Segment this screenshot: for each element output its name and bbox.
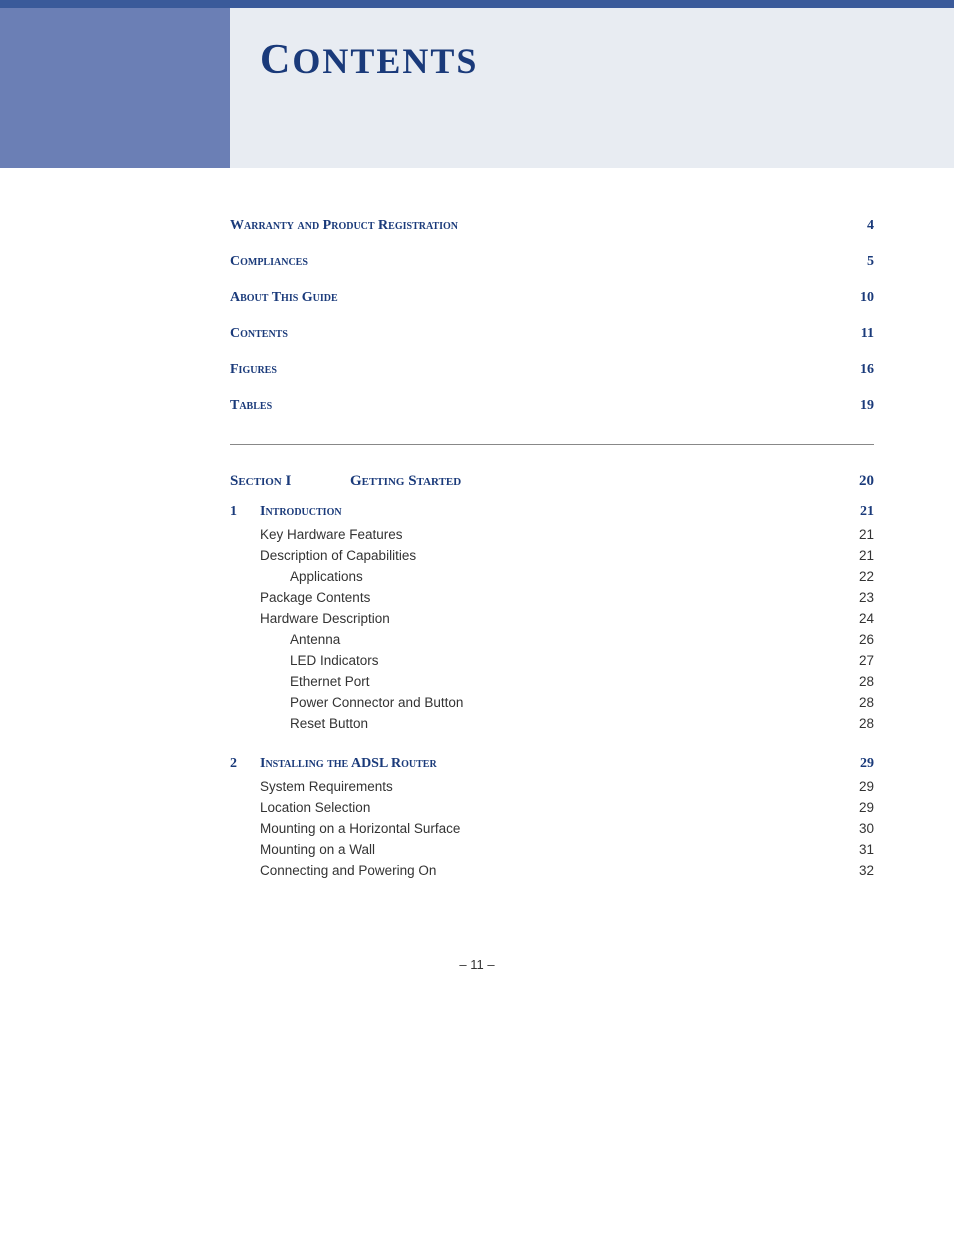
toc-title-warranty: Warranty and Product Registration xyxy=(230,218,458,234)
section-i-label: Section I xyxy=(230,473,350,490)
sub-applications-title: Applications xyxy=(290,569,859,584)
sub-key-hardware-page: 21 xyxy=(859,527,874,542)
sub-key-hardware-title: Key Hardware Features xyxy=(260,527,859,542)
sub-package-contents: Package Contents 23 xyxy=(230,587,874,608)
sub-mounting-horiz-page: 30 xyxy=(859,821,874,836)
toc-page-contents: 11 xyxy=(861,326,874,342)
sub-location-sel-page: 29 xyxy=(859,800,874,815)
toc-entry-tables: Tables 19 xyxy=(230,388,874,424)
sub-mounting-wall-page: 31 xyxy=(859,842,874,857)
sub-system-req-title: System Requirements xyxy=(260,779,859,794)
sub-mounting-wall-title: Mounting on a Wall xyxy=(260,842,859,857)
toc-title-contents: Contents xyxy=(230,326,288,342)
sub-ethernet-page: 28 xyxy=(859,674,874,689)
toc-page-warranty: 4 xyxy=(867,218,874,234)
toc-page-figures: 16 xyxy=(860,362,874,378)
page-footer: – 11 – xyxy=(0,937,954,1002)
sub-mounting-horiz-title: Mounting on a Horizontal Surface xyxy=(260,821,859,836)
chapter-1-title: Introduction xyxy=(260,504,860,520)
section-i-header: Section I Getting Started 20 xyxy=(230,465,874,498)
toc-entry-figures: Figures 16 xyxy=(230,352,874,388)
sub-system-req-page: 29 xyxy=(859,779,874,794)
sub-package-contents-page: 23 xyxy=(859,590,874,605)
sub-system-req: System Requirements 29 xyxy=(230,776,874,797)
sub-led-title: LED Indicators xyxy=(290,653,859,668)
toc-entry-about: About This Guide 10 xyxy=(230,280,874,316)
sub-antenna-title: Antenna xyxy=(290,632,859,647)
toc-page-about: 10 xyxy=(860,290,874,306)
main-content: Warranty and Product Registration 4 Comp… xyxy=(0,168,954,937)
toc-title-tables: Tables xyxy=(230,398,272,414)
sub-hardware-desc-title: Hardware Description xyxy=(260,611,859,626)
page-title-text: CONTENTS xyxy=(260,41,478,81)
sub-desc-capabilities: Description of Capabilities 21 xyxy=(230,545,874,566)
sub-power-title: Power Connector and Button xyxy=(290,695,859,710)
toc-title-about: About This Guide xyxy=(230,290,338,306)
sub-power-page: 28 xyxy=(859,695,874,710)
sub-hardware-desc-page: 24 xyxy=(859,611,874,626)
sub-antenna-page: 26 xyxy=(859,632,874,647)
chapter-2-header: 2 Installing the ADSL Router 29 xyxy=(230,750,874,776)
sub-applications-page: 22 xyxy=(859,569,874,584)
sub-applications: Applications 22 xyxy=(230,566,874,587)
sub-location-sel-title: Location Selection xyxy=(260,800,859,815)
sub-ethernet-port: Ethernet Port 28 xyxy=(230,671,874,692)
divider xyxy=(230,444,874,445)
sub-led-page: 27 xyxy=(859,653,874,668)
chapter-2-title: Installing the ADSL Router xyxy=(260,756,860,772)
sub-led-indicators: LED Indicators 27 xyxy=(230,650,874,671)
sub-reset-button: Reset Button 28 xyxy=(230,713,874,734)
footer-page-number: – 11 – xyxy=(459,957,494,972)
sub-connecting-powering-title: Connecting and Powering On xyxy=(260,863,859,878)
sub-hardware-desc: Hardware Description 24 xyxy=(230,608,874,629)
sub-connecting-powering: Connecting and Powering On 32 xyxy=(230,860,874,881)
toc-entry-contents: Contents 11 xyxy=(230,316,874,352)
sub-ethernet-title: Ethernet Port xyxy=(290,674,859,689)
toc-main-entries: Warranty and Product Registration 4 Comp… xyxy=(230,208,874,424)
toc-title-compliances: Compliances xyxy=(230,254,308,270)
sub-power-connector: Power Connector and Button 28 xyxy=(230,692,874,713)
top-bar xyxy=(0,0,954,8)
chapter-2-number: 2 xyxy=(230,756,260,772)
header-section: CONTENTS xyxy=(0,8,954,168)
toc-entry-compliances: Compliances 5 xyxy=(230,244,874,280)
sub-desc-capabilities-page: 21 xyxy=(859,548,874,563)
sub-package-contents-title: Package Contents xyxy=(260,590,859,605)
chapter-1-block: 1 Introduction 21 Key Hardware Features … xyxy=(230,498,874,734)
sub-reset-page: 28 xyxy=(859,716,874,731)
header-title-area: CONTENTS xyxy=(230,8,954,168)
toc-page-tables: 19 xyxy=(860,398,874,414)
toc-page-compliances: 5 xyxy=(867,254,874,270)
chapter-2-block: 2 Installing the ADSL Router 29 System R… xyxy=(230,750,874,881)
section-i-page: 20 xyxy=(859,473,874,490)
page-title: CONTENTS xyxy=(260,36,478,84)
sub-key-hardware: Key Hardware Features 21 xyxy=(230,524,874,545)
sub-location-sel: Location Selection 29 xyxy=(230,797,874,818)
sub-desc-capabilities-title: Description of Capabilities xyxy=(260,548,859,563)
sub-mounting-wall: Mounting on a Wall 31 xyxy=(230,839,874,860)
chapter-1-header: 1 Introduction 21 xyxy=(230,498,874,524)
toc-entry-warranty: Warranty and Product Registration 4 xyxy=(230,208,874,244)
sub-mounting-horiz: Mounting on a Horizontal Surface 30 xyxy=(230,818,874,839)
toc-title-figures: Figures xyxy=(230,362,277,378)
chapter-1-number: 1 xyxy=(230,504,260,520)
chapter-2-page: 29 xyxy=(860,756,874,772)
sub-connecting-powering-page: 32 xyxy=(859,863,874,878)
section-i-title: Getting Started xyxy=(350,473,859,490)
page-wrapper: CONTENTS Warranty and Product Registrati… xyxy=(0,0,954,1235)
chapter-1-page: 21 xyxy=(860,504,874,520)
sub-antenna: Antenna 26 xyxy=(230,629,874,650)
sub-reset-title: Reset Button xyxy=(290,716,859,731)
header-sidebar xyxy=(0,8,230,168)
